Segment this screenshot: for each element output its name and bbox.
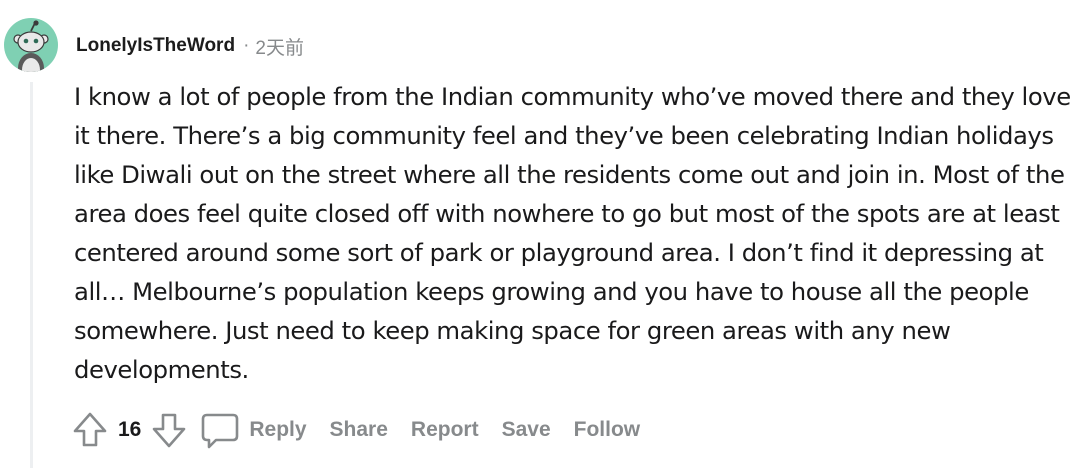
- comment-actions: 16 Reply Share Report Save Follow: [70, 408, 640, 452]
- username[interactable]: LonelyIsTheWord: [76, 35, 235, 57]
- reply-label: Reply: [249, 418, 307, 441]
- follow-button[interactable]: Follow: [574, 418, 641, 442]
- snoo-avatar-icon: [13, 20, 49, 72]
- downvote-button[interactable]: [149, 410, 189, 450]
- reply-icon-wrap: [199, 410, 241, 450]
- share-button[interactable]: Share: [330, 418, 388, 442]
- thread-line[interactable]: [30, 82, 33, 468]
- report-button[interactable]: Report: [411, 418, 479, 442]
- arrow-down-outline-icon: [153, 413, 186, 448]
- save-button[interactable]: Save: [502, 418, 551, 442]
- comment-text: I know a lot of people from the Indian c…: [74, 82, 1071, 384]
- arrow-up-outline-icon: [73, 412, 107, 447]
- comment-body: I know a lot of people from the Indian c…: [74, 77, 1074, 389]
- separator-dot: ·: [243, 35, 250, 56]
- avatar[interactable]: [4, 18, 58, 72]
- speech-bubble-icon: [202, 413, 239, 449]
- comment: LonelyIsTheWord · 2天前 I know a lot of pe…: [0, 0, 1080, 468]
- timestamp[interactable]: 2天前: [255, 33, 304, 60]
- upvote-button[interactable]: [70, 410, 110, 450]
- reply-button[interactable]: Reply: [199, 410, 307, 450]
- comment-header: LonelyIsTheWord · 2天前: [76, 32, 304, 60]
- vote-count: 16: [118, 418, 142, 441]
